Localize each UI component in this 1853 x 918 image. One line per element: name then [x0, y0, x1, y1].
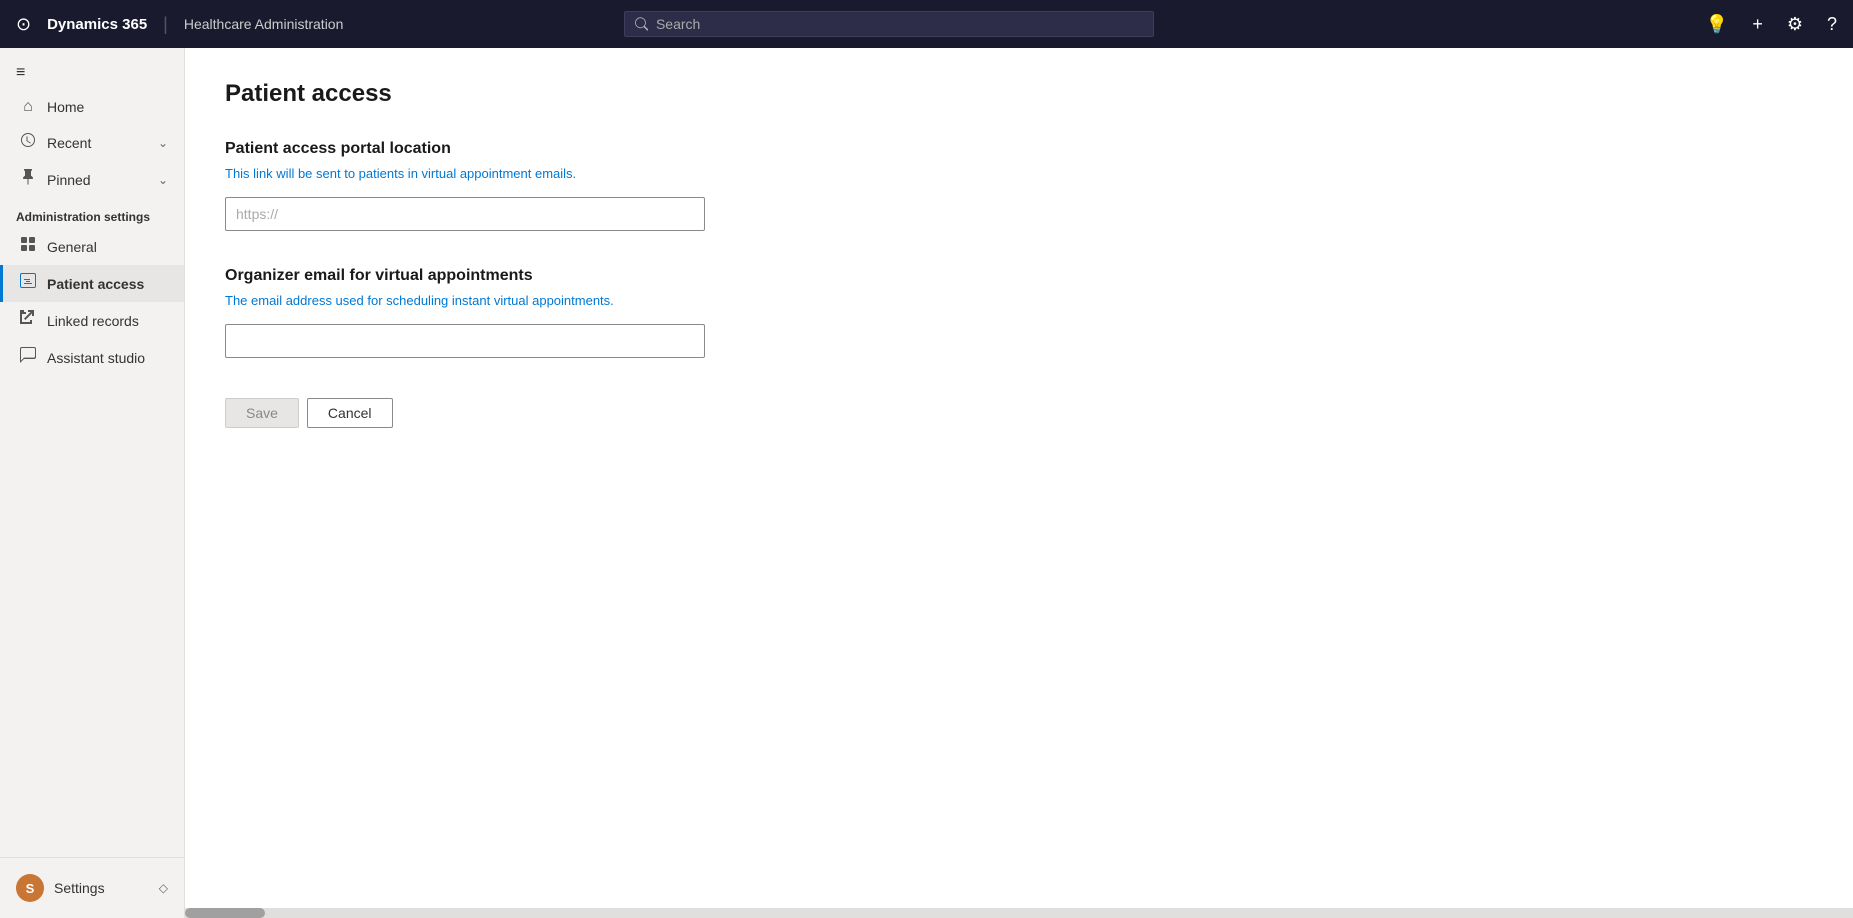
- scrollbar-thumb[interactable]: [185, 908, 265, 918]
- topnav-right-icons: 💡 + ⚙ ?: [1702, 10, 1841, 39]
- module-name: Healthcare Administration: [184, 16, 344, 32]
- sidebar-item-general[interactable]: General: [0, 228, 184, 265]
- portal-location-desc: This link will be sent to patients in vi…: [225, 166, 1813, 181]
- sidebar-item-pinned[interactable]: Pinned ⌄: [0, 161, 184, 198]
- general-icon: [19, 236, 37, 257]
- sidebar-bottom: S Settings ◇: [0, 857, 184, 918]
- home-label: Home: [47, 99, 168, 115]
- portal-location-input[interactable]: [225, 197, 705, 231]
- recent-chevron-icon: ⌄: [158, 136, 168, 150]
- sidebar-hamburger-button[interactable]: ≡: [0, 56, 184, 90]
- sidebar-item-home[interactable]: ⌂ Home: [0, 90, 184, 124]
- pinned-chevron-icon: ⌄: [158, 173, 168, 187]
- recent-label: Recent: [47, 135, 148, 151]
- sidebar-item-assistant-studio[interactable]: Assistant studio: [0, 339, 184, 376]
- assistant-studio-label: Assistant studio: [47, 350, 168, 366]
- top-navigation: ⊙ Dynamics 365 | Healthcare Administrati…: [0, 0, 1853, 48]
- portal-location-section: Patient access portal location This link…: [225, 140, 1813, 231]
- main-layout: ≡ ⌂ Home Recent ⌄: [0, 0, 1853, 918]
- general-label: General: [47, 239, 168, 255]
- organizer-email-title: Organizer email for virtual appointments: [225, 267, 1813, 285]
- form-actions: Save Cancel: [225, 398, 1813, 428]
- sidebar-top: ≡ ⌂ Home Recent ⌄: [0, 48, 184, 384]
- horizontal-scrollbar[interactable]: [185, 908, 1853, 918]
- patient-access-label: Patient access: [47, 276, 168, 292]
- pinned-icon: [19, 169, 37, 190]
- save-button[interactable]: Save: [225, 398, 299, 428]
- home-icon: ⌂: [19, 98, 37, 116]
- organizer-email-section: Organizer email for virtual appointments…: [225, 267, 1813, 358]
- settings-icon[interactable]: ⚙: [1783, 10, 1807, 39]
- settings-avatar: S: [16, 874, 44, 902]
- organizer-email-desc: The email address used for scheduling in…: [225, 293, 1813, 308]
- sidebar-item-linked-records[interactable]: Linked records: [0, 302, 184, 339]
- cancel-button[interactable]: Cancel: [307, 398, 393, 428]
- settings-label: Settings: [54, 880, 149, 896]
- add-icon[interactable]: +: [1748, 10, 1767, 39]
- patient-access-icon: [19, 273, 37, 294]
- recent-icon: [19, 132, 37, 153]
- help-icon[interactable]: ?: [1823, 10, 1841, 39]
- linked-records-label: Linked records: [47, 313, 168, 329]
- search-input[interactable]: [656, 16, 1143, 32]
- assistant-studio-icon: [19, 347, 37, 368]
- sidebar-item-recent[interactable]: Recent ⌄: [0, 124, 184, 161]
- pinned-label: Pinned: [47, 172, 148, 188]
- page-title: Patient access: [225, 80, 1813, 108]
- sidebar: ≡ ⌂ Home Recent ⌄: [0, 48, 185, 918]
- search-icon: [635, 17, 648, 31]
- sidebar-item-patient-access[interactable]: Patient access: [0, 265, 184, 302]
- grid-icon[interactable]: ⊙: [12, 10, 35, 39]
- admin-section-label: Administration settings: [0, 198, 184, 228]
- organizer-email-input[interactable]: [225, 324, 705, 358]
- search-bar[interactable]: [624, 11, 1154, 37]
- nav-divider: |: [163, 14, 168, 35]
- lightbulb-icon[interactable]: 💡: [1702, 10, 1732, 39]
- linked-records-icon: [19, 310, 37, 331]
- settings-chevron-icon: ◇: [159, 881, 168, 895]
- main-content: Patient access Patient access portal loc…: [185, 48, 1853, 918]
- hamburger-icon: ≡: [16, 64, 25, 82]
- portal-location-title: Patient access portal location: [225, 140, 1813, 158]
- app-name: Dynamics 365: [47, 16, 147, 33]
- settings-item[interactable]: S Settings ◇: [0, 866, 184, 910]
